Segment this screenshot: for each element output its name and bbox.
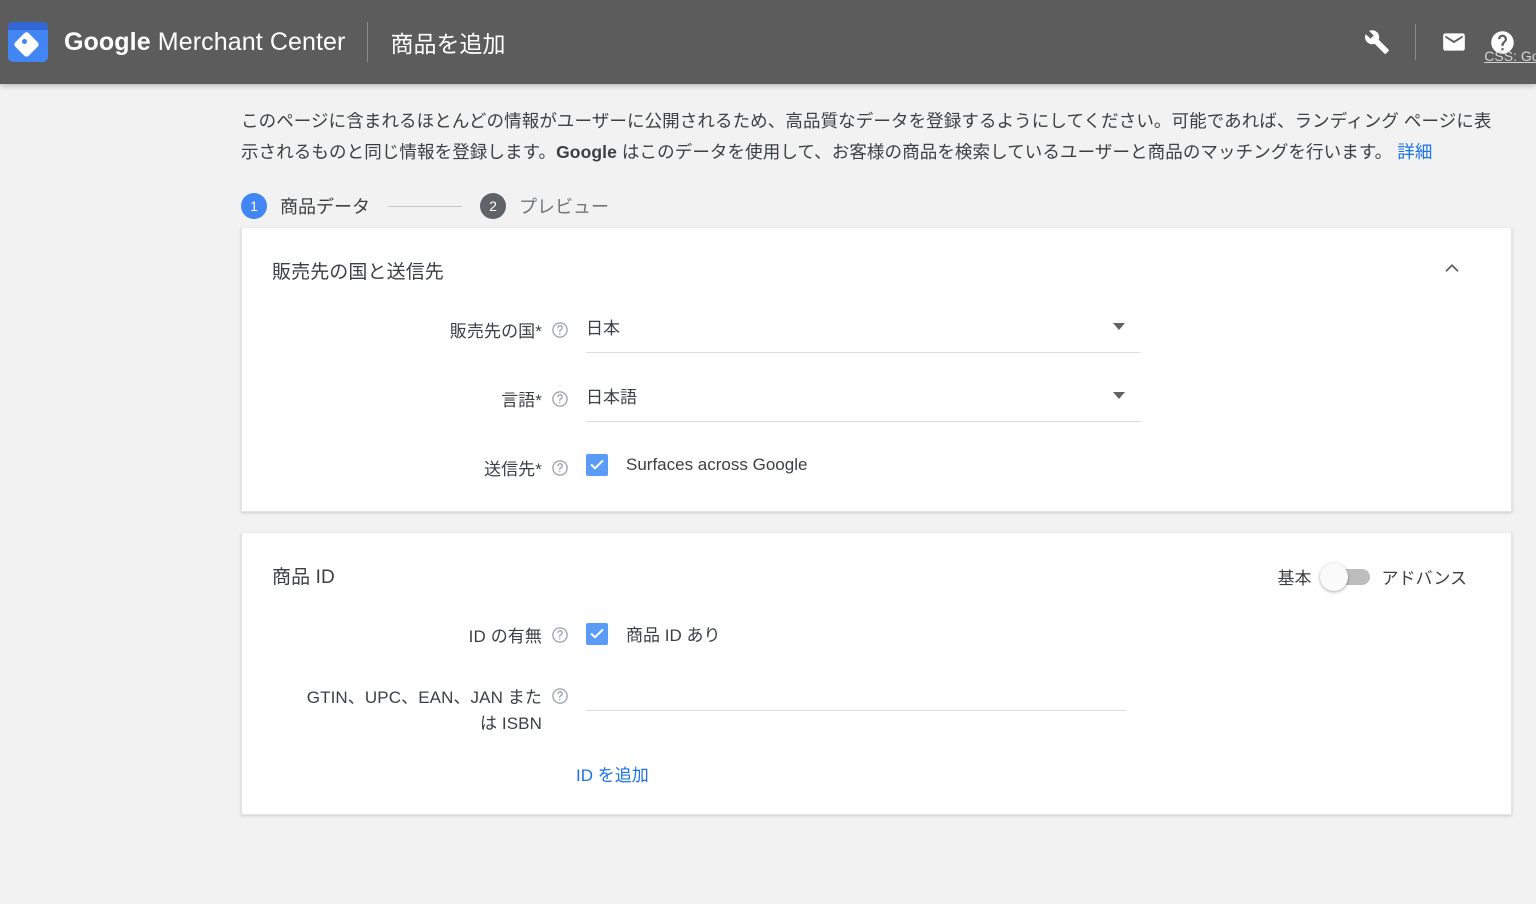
help-icon[interactable] — [551, 390, 569, 408]
header-divider — [367, 22, 369, 62]
header-icon-separator — [1415, 24, 1416, 60]
form-row-destination: 送信先* Surfaces across Google — [272, 452, 1481, 483]
language-select-value: 日本語 — [586, 388, 637, 407]
basic-advanced-toggle[interactable]: 基本 アドバンス — [1277, 562, 1467, 591]
card-country-destination: 販売先の国と送信先 販売先の国* 日本 言語* 日本語 送信先* Surface… — [241, 228, 1512, 512]
stepper-step-1[interactable]: 1 商品データ — [241, 193, 370, 219]
help-icon[interactable] — [551, 626, 569, 644]
header-actions: CSS: Google — [1353, 18, 1536, 66]
field-gtin — [569, 680, 1481, 711]
wrench-icon[interactable] — [1353, 18, 1401, 66]
help-icon[interactable] — [551, 459, 569, 477]
label-gtin-line2: は ISBN — [479, 714, 542, 733]
destination-checkbox-label: Surfaces across Google — [626, 455, 808, 474]
switch-knob — [1320, 562, 1349, 591]
chevron-up-icon[interactable] — [1437, 253, 1467, 283]
card-header-product-id: 商品 ID 基本 アドバンス — [242, 533, 1511, 591]
intro-text-part2: はこのデータを使用して、お客様の商品を検索しているユーザーと商品のマッチングを行… — [616, 142, 1398, 162]
card-title-country-destination: 販売先の国と送信先 — [272, 262, 444, 283]
chevron-down-icon — [1113, 392, 1125, 399]
app-header: Google Merchant Center 商品を追加 CSS: Google — [0, 0, 1536, 84]
card-body-country-destination: 販売先の国* 日本 言語* 日本語 送信先* Surfaces across G… — [242, 314, 1511, 511]
brand-title-bold: Google — [64, 27, 151, 56]
intro-paragraph: このページに含まれるほとんどの情報がユーザーに公開されるため、高品質なデータを登… — [0, 84, 1536, 168]
country-select[interactable]: 日本 — [586, 314, 1141, 353]
brand-title-light: Merchant Center — [150, 27, 346, 56]
gtin-input-wrapper[interactable] — [586, 680, 1126, 711]
field-language: 日本語 — [569, 383, 1481, 422]
step-1-number: 1 — [241, 193, 267, 219]
card-header: 販売先の国と送信先 — [242, 228, 1511, 284]
intro-brand: Google — [556, 142, 617, 162]
has-id-checkbox-label: 商品 ID あり — [626, 626, 721, 645]
step-2-label: プレビュー — [519, 197, 609, 217]
label-gtin-line1: GTIN、UPC、EAN、JAN また — [306, 688, 542, 707]
stepper: 1 商品データ 2 プレビュー — [0, 168, 1536, 228]
destination-checkbox[interactable] — [586, 454, 608, 476]
step-1-label: 商品データ — [280, 197, 370, 217]
css-account-label[interactable]: CSS: Google — [1484, 48, 1536, 64]
page-content: このページに含まれるほとんどの情報がユーザーに公開されるため、高品質なデータを登… — [0, 84, 1536, 815]
label-has-id: ID の有無 — [468, 627, 542, 646]
card-product-id: 商品 ID 基本 アドバンス ID の有無 商品 ID あり GTIN、UPC、… — [241, 533, 1512, 815]
form-row-language: 言語* 日本語 — [272, 383, 1481, 422]
stepper-step-2[interactable]: 2 プレビュー — [480, 193, 609, 219]
add-id-link[interactable]: ID を追加 — [559, 761, 649, 786]
help-icon[interactable] — [551, 321, 569, 339]
has-id-checkbox-row[interactable]: 商品 ID あり — [586, 619, 1481, 646]
step-2-number: 2 — [480, 193, 506, 219]
mail-icon[interactable] — [1430, 18, 1478, 66]
mode-switch[interactable] — [1320, 562, 1371, 591]
field-has-id: 商品 ID あり — [569, 619, 1481, 646]
destination-checkbox-row[interactable]: Surfaces across Google — [586, 452, 1481, 476]
add-id-row: ID を追加 — [272, 761, 1481, 786]
label-gtin: GTIN、UPC、EAN、JAN また は ISBN — [272, 680, 542, 737]
gtin-input[interactable] — [586, 680, 1126, 706]
toggle-label-basic: 基本 — [1277, 569, 1312, 588]
help-icon[interactable] — [551, 687, 569, 705]
merchant-center-logo-icon — [8, 22, 48, 62]
form-row-country: 販売先の国* 日本 — [272, 314, 1481, 353]
label-country: 販売先の国* — [449, 322, 542, 341]
brand-block[interactable]: Google Merchant Center — [8, 22, 345, 62]
language-select[interactable]: 日本語 — [586, 383, 1141, 422]
toggle-label-advanced: アドバンス — [1381, 569, 1467, 588]
label-destination: 送信先* — [483, 460, 542, 479]
brand-title: Google Merchant Center — [64, 28, 345, 57]
has-id-checkbox[interactable] — [586, 622, 608, 645]
card-title-product-id: 商品 ID — [272, 567, 335, 588]
field-country: 日本 — [569, 314, 1481, 353]
form-row-gtin: GTIN、UPC、EAN、JAN また は ISBN — [272, 680, 1481, 737]
card-body-product-id: ID の有無 商品 ID あり GTIN、UPC、EAN、JAN また は IS… — [242, 619, 1511, 814]
intro-learn-more-link[interactable]: 詳細 — [1397, 142, 1432, 162]
stepper-connector — [388, 205, 462, 207]
label-language: 言語* — [501, 391, 542, 410]
form-row-has-id: ID の有無 商品 ID あり — [272, 619, 1481, 650]
chevron-down-icon — [1113, 323, 1125, 330]
page-title: 商品を追加 — [390, 31, 506, 57]
country-select-value: 日本 — [586, 319, 620, 338]
field-destination: Surfaces across Google — [569, 452, 1481, 476]
add-id-spacer — [272, 761, 559, 786]
